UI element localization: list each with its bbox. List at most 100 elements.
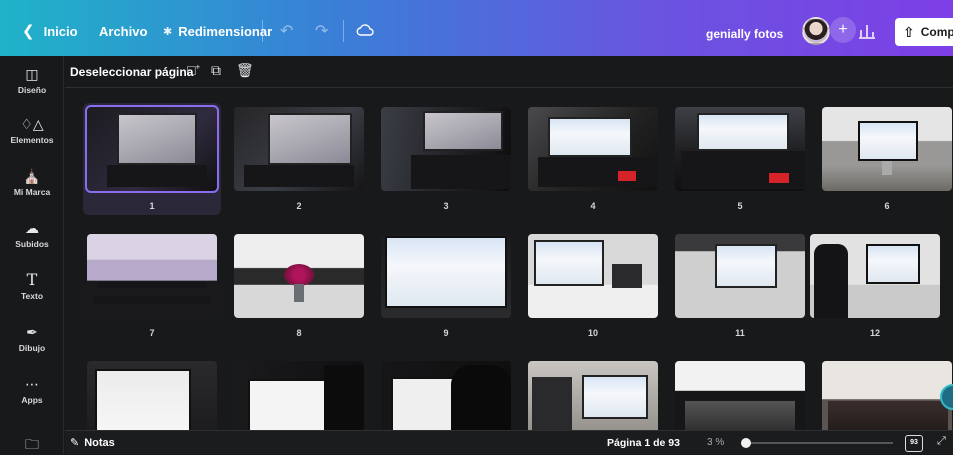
page-thumbnail[interactable]: 10	[524, 230, 662, 342]
imac-screen	[866, 244, 920, 284]
undo-icon[interactable]: ↶	[280, 21, 293, 41]
avatar[interactable]	[802, 17, 830, 45]
page-image	[822, 107, 952, 191]
share-button[interactable]: ⇧ Compa	[895, 18, 953, 46]
page-thumbnail[interactable]: 3	[377, 103, 515, 215]
page-thumbnail[interactable]	[818, 357, 953, 430]
page-indicator: Página 1 de 93	[607, 437, 680, 449]
draw-icon: ✒	[26, 324, 38, 340]
delete-page-icon[interactable]: 🗑	[236, 62, 254, 79]
back-home-button[interactable]: ❮ Inicio	[22, 22, 78, 40]
imac-screen	[582, 375, 648, 419]
sidebar-item-label: Apps	[21, 395, 43, 405]
divider	[262, 20, 263, 42]
page-thumbnail[interactable]	[83, 357, 221, 430]
sidebar-item-text[interactable]: T Texto	[0, 272, 64, 302]
page-count-button[interactable]: 93	[905, 435, 923, 452]
page-toolbar: Deseleccionar página □+ ⧉ 🗑	[65, 56, 953, 88]
cloud-sync-icon[interactable]	[356, 22, 374, 38]
laptop-screen	[248, 379, 328, 430]
top-bar: ❮ Inicio Archivo ✱ Redimensionar ↶ ↷ gen…	[0, 0, 953, 56]
equipment	[532, 377, 572, 430]
insights-icon[interactable]	[855, 20, 879, 42]
page-thumbnail[interactable]: 11	[671, 230, 809, 342]
page-number: 10	[587, 328, 598, 338]
page-thumbnail[interactable]: 12	[806, 230, 944, 342]
resize-button[interactable]: ✱ Redimensionar	[163, 24, 272, 39]
notes-label: Notas	[84, 437, 115, 449]
page-number: 12	[869, 328, 880, 338]
resize-label: Redimensionar	[178, 24, 273, 39]
vase	[294, 284, 304, 302]
flower-bouquet	[284, 264, 314, 286]
page-grid: 1 2 3 4 5 6 7 8 9 10 11 12	[65, 89, 953, 430]
divider	[343, 20, 344, 42]
laptop-screen	[268, 113, 352, 165]
desk-row	[97, 282, 207, 288]
imac-screen	[534, 240, 604, 286]
page-image	[528, 361, 658, 430]
chevron-left-icon: ❮	[22, 23, 35, 40]
page-number: 8	[296, 328, 302, 338]
page-thumbnail[interactable]	[377, 357, 515, 430]
page-image	[234, 361, 364, 430]
page-thumbnail[interactable]: 4	[524, 103, 662, 215]
sidebar-item-label: Diseño	[17, 85, 47, 95]
sidebar-item-design[interactable]: ◫ Diseño	[0, 66, 64, 95]
page-thumbnail[interactable]	[671, 357, 809, 430]
page-thumbnail[interactable]	[524, 357, 662, 430]
desk-row	[93, 296, 211, 304]
page-image	[234, 107, 364, 191]
page-image	[675, 234, 805, 318]
zoom-slider[interactable]	[743, 442, 893, 444]
page-image	[528, 107, 658, 191]
device	[612, 264, 642, 288]
page-image	[381, 234, 511, 318]
sidebar-item-folder[interactable]: 🗀	[0, 436, 64, 455]
page-thumbnail[interactable]: 1	[83, 103, 221, 215]
laptop-screen	[697, 113, 789, 151]
page-thumbnail[interactable]: 9	[377, 230, 515, 342]
zoom-slider-handle[interactable]	[741, 438, 751, 448]
page-number: 2	[296, 201, 302, 211]
page-thumbnail[interactable]: 7	[83, 230, 221, 342]
laptop-keyboard	[681, 151, 805, 189]
redo-icon[interactable]: ↷	[315, 21, 328, 41]
sidebar-item-elements[interactable]: ♢△ Elementos	[0, 116, 64, 145]
sidebar-item-brand[interactable]: ⛪ Mi Marca	[0, 168, 64, 197]
page-number: 7	[149, 328, 155, 338]
page-image	[87, 234, 217, 318]
folder-icon: 🗀	[25, 436, 39, 452]
laptop-screen	[548, 117, 632, 157]
apps-grid-icon: ⋯	[25, 376, 39, 392]
user-name: genially fotos	[706, 27, 784, 41]
page-thumbnail[interactable]: 2	[230, 103, 368, 215]
page-thumbnail[interactable]: 6	[818, 103, 953, 215]
sidebar-item-draw[interactable]: ✒ Dibujo	[0, 324, 64, 353]
add-page-icon[interactable]: □+	[187, 62, 200, 78]
page-number: 5	[737, 201, 743, 211]
person-silhouette	[451, 365, 511, 430]
person-silhouette	[324, 365, 364, 430]
page-number: 3	[443, 201, 449, 211]
page-thumbnail[interactable]: 8	[230, 230, 368, 342]
page-thumbnail[interactable]: 5	[671, 103, 809, 215]
sidebar-item-label: Elementos	[10, 135, 54, 145]
add-collaborator-button[interactable]: +	[830, 17, 856, 43]
notes-button[interactable]: ✎ Notas	[70, 436, 115, 449]
notes-icon: ✎	[70, 437, 80, 449]
bottom-bar: ✎ Notas Página 1 de 93 3 % 93 ⤢	[65, 430, 953, 454]
duplicate-page-icon[interactable]: ⧉	[211, 62, 221, 79]
file-menu-button[interactable]: Archivo	[99, 24, 147, 39]
sparkle-icon: ✱	[163, 26, 173, 38]
person-silhouette	[814, 244, 848, 318]
deselect-page-button[interactable]: Deseleccionar página	[70, 65, 193, 79]
sidebar-item-uploads[interactable]: ☁ Subidos	[0, 220, 64, 249]
page-thumbnail[interactable]	[230, 357, 368, 430]
red-object	[618, 171, 636, 181]
fullscreen-icon[interactable]: ⤢	[937, 435, 946, 448]
sidebar-item-apps[interactable]: ⋯ Apps	[0, 376, 64, 405]
brand-icon: ⛪	[23, 168, 41, 184]
laptop-screen	[95, 369, 191, 430]
audience	[828, 401, 948, 430]
